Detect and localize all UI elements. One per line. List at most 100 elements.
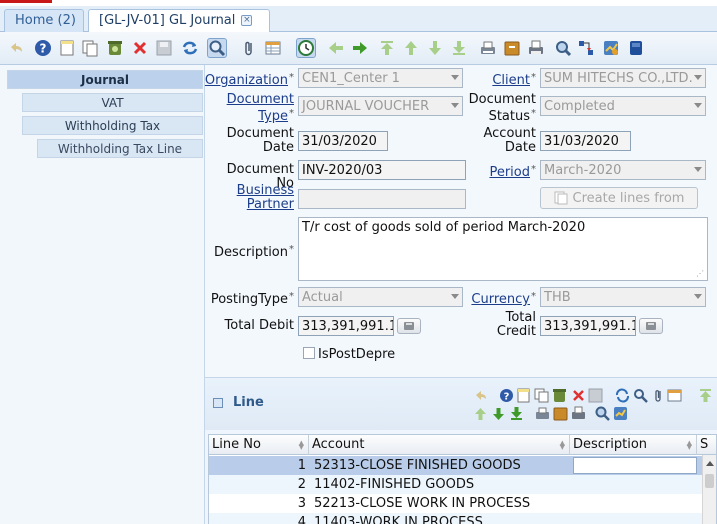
resize-handle-icon[interactable]: ⋰ — [696, 269, 704, 278]
document-type-label[interactable]: Document Type* — [227, 93, 294, 124]
document-status-field[interactable]: Completed — [540, 96, 706, 116]
sidebar-item-vat[interactable]: VAT — [22, 93, 203, 112]
period-field[interactable]: March-2020 — [540, 160, 706, 180]
process-icon[interactable] — [601, 38, 621, 58]
report-icon[interactable] — [478, 38, 498, 58]
parent-record-icon[interactable] — [698, 388, 713, 403]
description-cell-input[interactable] — [573, 457, 697, 474]
archive-icon[interactable] — [502, 38, 522, 58]
print-icon[interactable] — [571, 406, 586, 421]
detail-record-icon[interactable] — [425, 38, 445, 58]
attachment-icon[interactable] — [239, 38, 259, 58]
organization-field[interactable]: CEN1_Center 1 — [298, 68, 463, 88]
table-row[interactable]: 4 11403-WORK IN PROCESS — [209, 513, 703, 524]
last-record-icon[interactable] — [449, 38, 469, 58]
document-date-label: Document Date — [226, 126, 294, 155]
business-partner-label[interactable]: Business Partner — [237, 184, 294, 212]
account-date-field[interactable]: 31/03/2020 — [540, 131, 631, 151]
first-record-icon[interactable] — [473, 406, 488, 421]
currency-label[interactable]: Currency* — [471, 290, 536, 307]
close-tab-icon[interactable]: × — [241, 15, 253, 26]
first-record-icon[interactable] — [377, 38, 397, 58]
next-record-icon[interactable] — [491, 406, 506, 421]
find-icon[interactable] — [207, 38, 227, 58]
save-icon[interactable] — [154, 38, 174, 58]
help-icon[interactable]: ? — [499, 388, 514, 403]
brand-mark — [0, 0, 52, 3]
currency-field[interactable]: THB — [540, 287, 706, 307]
undo-icon[interactable] — [473, 388, 488, 403]
total-credit-field[interactable]: 313,391,991.1 — [540, 316, 636, 336]
next-record-icon[interactable] — [350, 38, 370, 58]
copy-record-icon[interactable] — [80, 38, 100, 58]
last-record-icon[interactable] — [509, 406, 524, 421]
parent-record-icon[interactable] — [401, 38, 421, 58]
new-record-icon[interactable] — [57, 38, 77, 58]
column-header-account[interactable]: Account ▲ ▼ — [309, 435, 570, 455]
history-icon[interactable] — [296, 38, 316, 58]
tab-home[interactable]: Home (2) — [4, 9, 84, 32]
zoom-across-icon[interactable] — [553, 38, 573, 58]
calculator-icon[interactable] — [397, 318, 421, 334]
line-no-cell: 1 — [297, 458, 306, 473]
client-label[interactable]: Client* — [492, 71, 536, 88]
collapse-icon[interactable] — [213, 398, 223, 408]
archive-icon[interactable] — [553, 406, 568, 421]
undo-icon[interactable] — [6, 38, 26, 58]
column-header-s[interactable]: S — [697, 435, 716, 455]
is-post-depre-checkbox[interactable] — [303, 347, 315, 359]
workflow-icon[interactable] — [576, 38, 596, 58]
create-lines-from-button[interactable]: Create lines from — [540, 187, 698, 209]
report-icon[interactable] — [535, 406, 550, 421]
line-no-cell: 4 — [297, 515, 306, 524]
previous-record-icon[interactable] — [326, 38, 346, 58]
process-icon[interactable] — [613, 406, 628, 421]
business-partner-field[interactable] — [298, 189, 466, 209]
document-type-field[interactable]: JOURNAL VOUCHER — [298, 96, 463, 116]
chevron-down-icon — [451, 75, 459, 80]
calculator-icon[interactable] — [639, 318, 663, 334]
table-row[interactable]: 1 52313-CLOSE FINISHED GOODS — [209, 456, 703, 475]
posting-type-field[interactable]: Actual — [298, 287, 463, 307]
table-row[interactable]: 2 11402-FINISHED GOODS — [209, 475, 703, 494]
total-credit-label: Total Credit — [496, 310, 536, 339]
delete-icon[interactable] — [130, 38, 150, 58]
column-header-line-no[interactable]: Line No ▲ ▼ — [209, 435, 309, 455]
grid-toggle-icon[interactable] — [667, 388, 682, 403]
delete-icon[interactable] — [571, 388, 586, 403]
total-debit-field[interactable]: 313,391,991.1 — [298, 316, 394, 336]
scroll-thumb[interactable] — [705, 474, 714, 488]
account-cell: 52313-CLOSE FINISHED GOODS — [314, 458, 521, 473]
new-record-icon[interactable] — [516, 388, 531, 403]
column-header-description[interactable]: Description ▲ ▼ — [570, 435, 697, 455]
refresh-icon[interactable] — [180, 38, 200, 58]
chevron-down-icon — [694, 294, 702, 299]
client-field[interactable]: SUM HITECHS CO.,LTD. — [540, 68, 706, 88]
scroll-up-icon[interactable] — [706, 461, 714, 466]
product-info-icon[interactable] — [626, 38, 646, 58]
sidebar-item-journal[interactable]: Journal — [7, 70, 203, 89]
save-icon[interactable] — [588, 388, 603, 403]
print-icon[interactable] — [526, 38, 546, 58]
organization-label[interactable]: Organization* — [205, 71, 294, 88]
period-label[interactable]: Period* — [489, 163, 536, 180]
refresh-icon[interactable] — [615, 388, 630, 403]
delete-selection-icon[interactable] — [105, 38, 125, 58]
table-row[interactable]: 3 52213-CLOSE WORK IN PROCESS — [209, 494, 703, 513]
grid-toggle-icon[interactable] — [263, 38, 283, 58]
grid-scrollbar[interactable] — [702, 455, 716, 524]
delete-selection-icon[interactable] — [552, 388, 567, 403]
help-icon[interactable]: ? — [33, 38, 53, 58]
sidebar-item-withholding-tax[interactable]: Withholding Tax — [22, 116, 203, 135]
tab-gl-journal[interactable]: [GL-JV-01] GL Journal × — [88, 9, 270, 33]
tab-bar: Home (2) [GL-JV-01] GL Journal × — [0, 6, 717, 33]
zoom-across-icon[interactable] — [595, 406, 610, 421]
description-field[interactable]: T/r cost of goods sold of period March-2… — [298, 217, 708, 281]
find-icon[interactable] — [633, 388, 648, 403]
document-date-field[interactable]: 31/03/2020 — [298, 131, 388, 151]
attachment-icon[interactable] — [651, 388, 666, 403]
document-no-field[interactable]: INV-2020/03 — [298, 160, 466, 180]
grid-header: Line No ▲ ▼ Account ▲ ▼ Description ▲ ▼ S — [209, 435, 716, 455]
copy-record-icon[interactable] — [534, 388, 549, 403]
sidebar-item-withholding-tax-line[interactable]: Withholding Tax Line — [37, 139, 203, 158]
